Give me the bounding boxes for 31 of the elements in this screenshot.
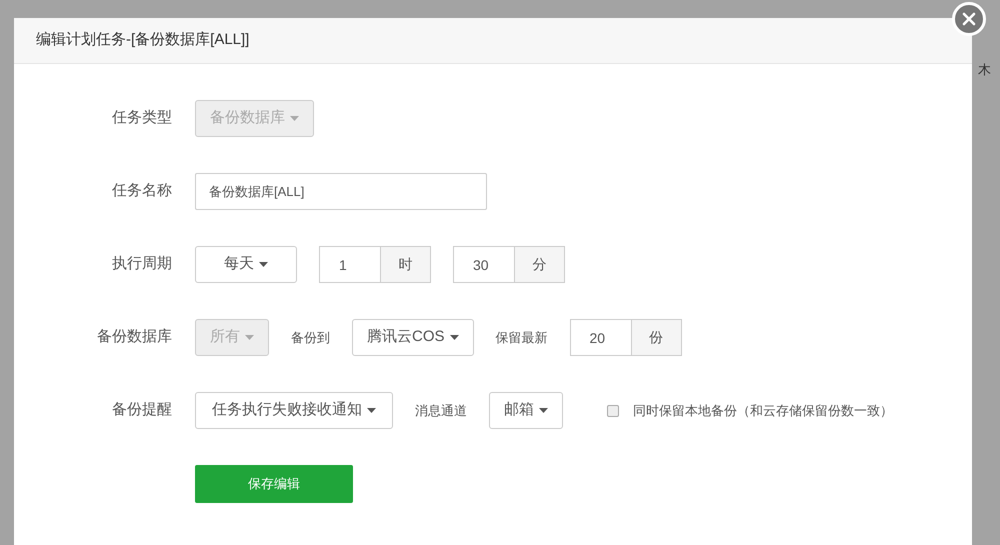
close-button[interactable] xyxy=(952,2,986,36)
caret-icon xyxy=(290,116,299,121)
input-field[interactable]: 备份数据库[ALL] xyxy=(195,173,487,210)
field-label: 备份数据库 xyxy=(96,327,172,348)
input-field[interactable]: 20 xyxy=(570,319,632,356)
dialog-title: 编辑计划任务-[备份数据库[ALL]] xyxy=(36,30,250,50)
close-icon xyxy=(962,12,976,26)
checkbox[interactable] xyxy=(607,404,619,416)
field-label: 备份到 xyxy=(291,328,330,347)
dropdown[interactable]: 邮箱 xyxy=(489,392,563,429)
unit-label: 分 xyxy=(515,246,565,283)
field-label: 备份提醒 xyxy=(111,400,172,420)
unit-label: 份 xyxy=(632,319,682,356)
field-label: 保留最新 xyxy=(496,328,548,347)
dropdown[interactable]: 腾讯云COS xyxy=(352,319,474,356)
field-label: 任务类型 xyxy=(111,108,172,128)
unit-label: 时 xyxy=(381,246,431,283)
field-label: 任务名称 xyxy=(111,181,172,202)
caret-icon xyxy=(259,262,268,267)
input-field[interactable]: 30 xyxy=(453,246,515,283)
input-field[interactable]: 1 xyxy=(319,246,381,283)
caret-icon xyxy=(450,335,459,340)
caret-icon xyxy=(367,408,376,413)
field-label: 消息通道 xyxy=(415,402,467,420)
dropdown[interactable]: 任务执行失败接收通知 xyxy=(195,392,393,429)
dropdown[interactable]: 每天 xyxy=(195,246,297,283)
caret-icon xyxy=(245,335,254,340)
background-text: 木 xyxy=(978,61,991,79)
checkbox-label: 同时保留本地备份（和云存储保留份数一致） xyxy=(633,402,893,420)
caret-icon xyxy=(539,408,548,413)
field-label: 执行周期 xyxy=(111,254,172,274)
